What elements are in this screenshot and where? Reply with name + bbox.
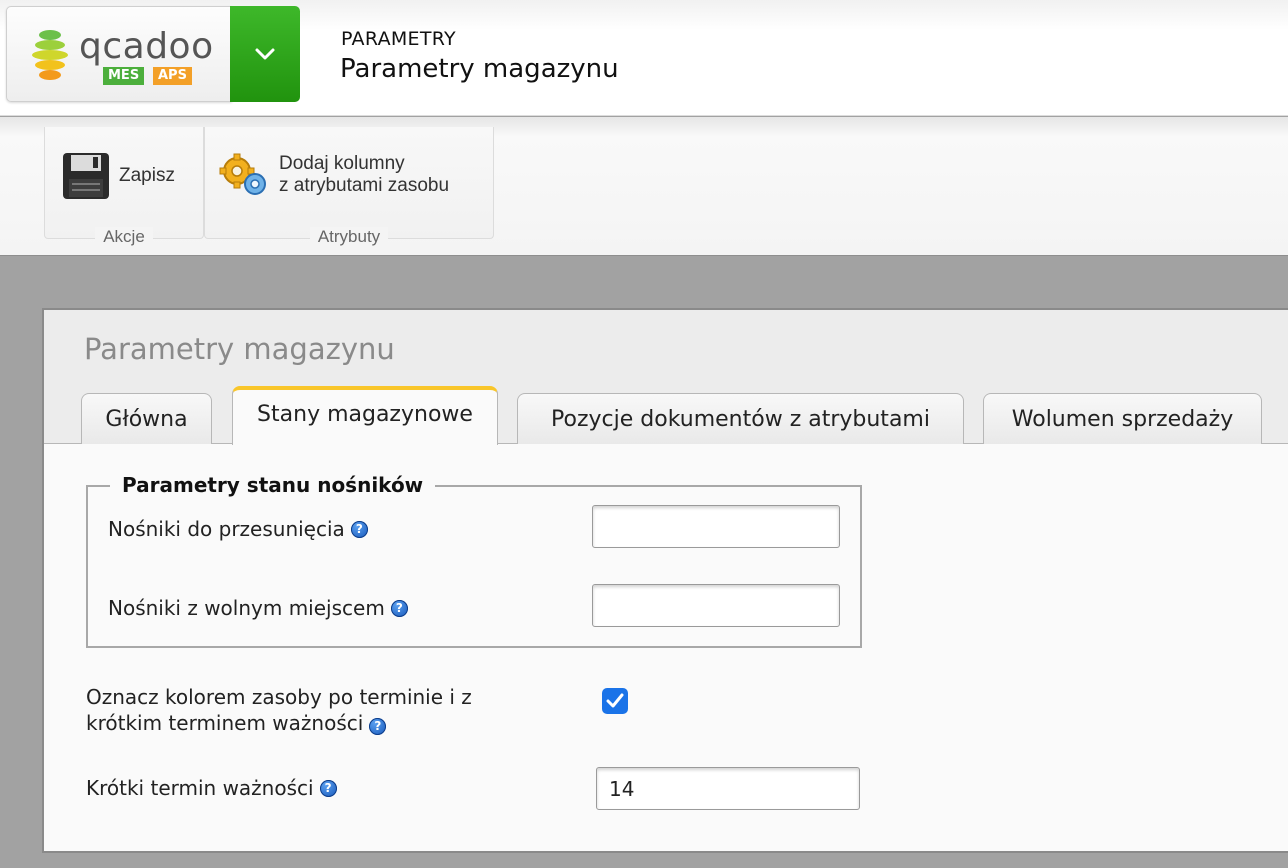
ribbon-toolbar: Zapisz Akcje Dodaj kolumny z atrybutami … <box>0 117 1288 256</box>
gears-icon <box>219 153 266 195</box>
panel-title: Parametry magazynu <box>84 332 395 366</box>
save-button-label: Zapisz <box>119 165 175 186</box>
badge-aps: APS <box>153 67 192 85</box>
ribbon-group-attributes: Dodaj kolumny z atrybutami zasobu Atrybu… <box>204 127 494 246</box>
floppy-disk-icon <box>63 153 109 199</box>
carriers-to-move-input[interactable] <box>592 505 840 548</box>
carriers-free-space-label: Nośniki z wolnym miejscem ? <box>108 596 408 620</box>
short-expiry-label: Krótki termin ważności ? <box>86 776 337 800</box>
form-panel: Parametry magazynu Główna Stany magazyno… <box>42 308 1288 853</box>
ribbon-group-caption: Akcje <box>45 227 203 247</box>
tab-stany-magazynowe[interactable]: Stany magazynowe <box>232 386 498 445</box>
color-expired-checkbox[interactable] <box>602 688 628 714</box>
help-icon[interactable]: ? <box>369 718 387 735</box>
breadcrumb: PARAMETRY <box>341 28 456 50</box>
add-attribute-columns-label: Dodaj kolumny z atrybutami zasobu <box>279 153 450 196</box>
tab-glowna[interactable]: Główna <box>81 393 212 444</box>
help-icon[interactable]: ? <box>390 599 408 617</box>
main-menu-button[interactable] <box>230 6 300 102</box>
color-expired-label: Oznacz kolorem zasoby po terminie i z kr… <box>86 685 472 735</box>
page-title: Parametry magazynu <box>340 54 619 84</box>
tab-wolumen-sprzedazy[interactable]: Wolumen sprzedaży <box>983 393 1262 444</box>
short-expiry-input[interactable]: 14 <box>596 767 860 810</box>
checkmark-icon <box>606 693 624 708</box>
logo-text: qcadoo <box>79 26 214 67</box>
add-attribute-columns-button[interactable]: Dodaj kolumny z atrybutami zasobu <box>219 153 449 197</box>
tab-pozycje-dokumentow[interactable]: Pozycje dokumentów z atrybutami <box>517 393 964 444</box>
save-button[interactable]: Zapisz <box>61 151 175 201</box>
chevron-down-icon <box>255 48 275 60</box>
help-icon[interactable]: ? <box>350 520 368 538</box>
ribbon-group-actions: Zapisz Akcje <box>44 127 204 246</box>
fieldset-legend: Parametry stanu nośników <box>110 473 436 497</box>
carriers-free-space-input[interactable] <box>592 584 840 627</box>
ribbon-group-caption: Atrybuty <box>205 227 493 247</box>
help-icon[interactable]: ? <box>319 779 337 797</box>
top-header: qcadoo MES APS PARAMETRY Parametry magaz… <box>0 0 1288 116</box>
qcadoo-logo-icon <box>32 30 68 80</box>
logo[interactable]: qcadoo MES APS <box>6 6 232 102</box>
badge-mes: MES <box>103 67 145 85</box>
panel-header: Parametry magazynu Główna Stany magazyno… <box>44 310 1288 445</box>
carrier-parameters-fieldset: Parametry stanu nośników Nośniki do prze… <box>86 473 862 648</box>
carriers-to-move-label: Nośniki do przesunięcia ? <box>108 517 368 541</box>
